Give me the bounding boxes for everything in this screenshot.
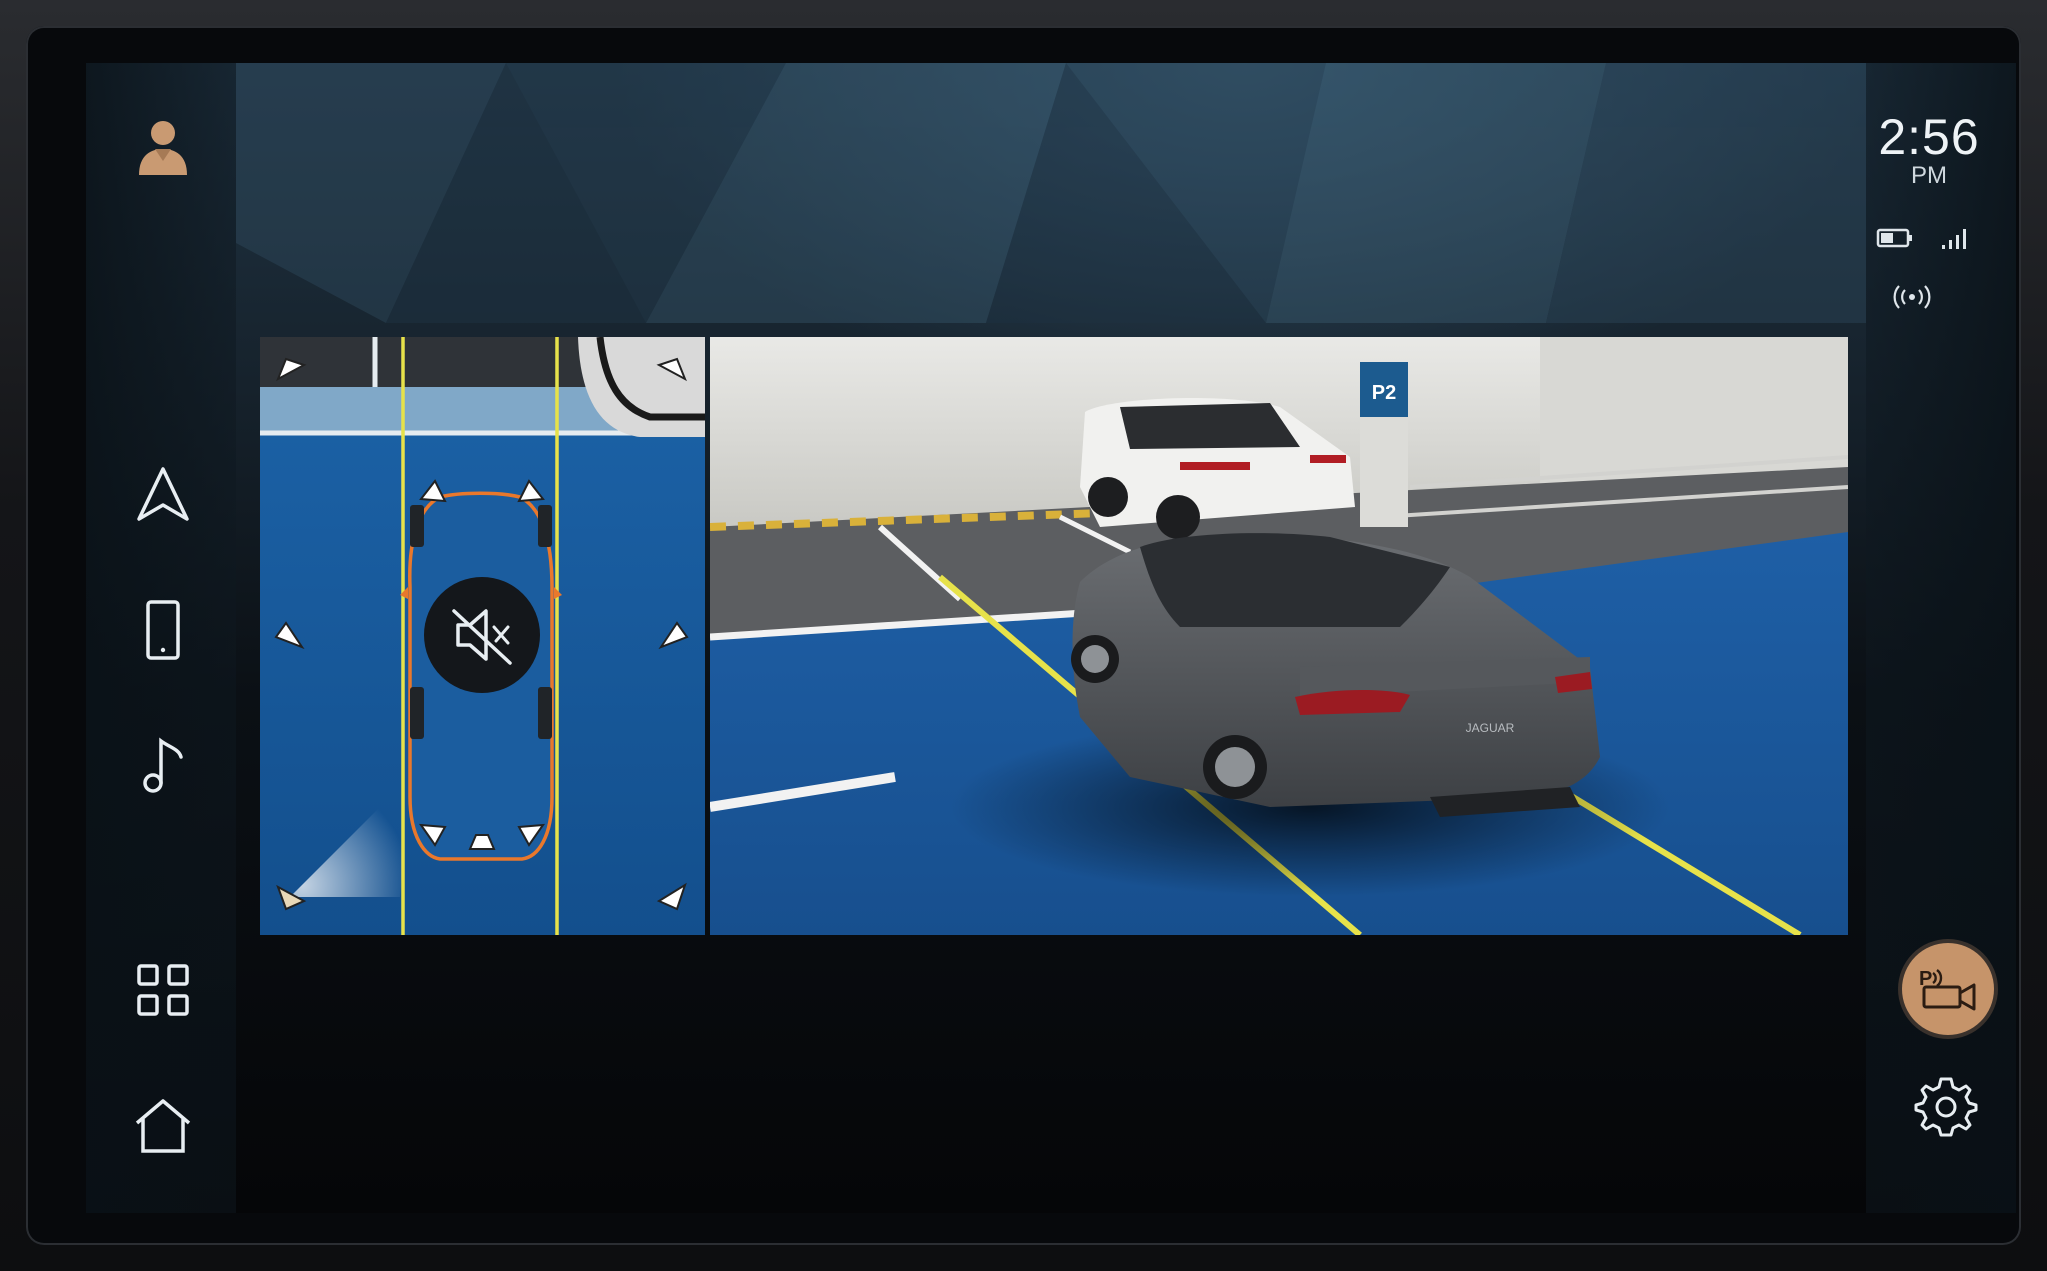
wireless-broadcast-icon [1892,285,1932,315]
3d-camera-view: P2 JAGUAR [710,337,1848,935]
infotainment-display: 2:56 PM P P2 JAGUAR [86,63,2016,1213]
navigation-icon [137,467,189,521]
clock-period: PM [1911,162,1947,189]
media-button[interactable] [131,733,195,797]
home-button[interactable] [131,1093,195,1157]
mute-sensor-audio-button[interactable] [424,577,540,693]
parking-sensor [656,882,687,911]
parking-sensor [418,823,447,847]
parking-bay-label: P2 [1372,382,1396,404]
mute-icon [452,609,512,665]
background-pattern [236,63,1866,323]
gear-icon [1914,1077,1978,1137]
settings-button[interactable] [1914,1073,1978,1137]
camera-scene: P2 JAGUAR [710,337,1848,935]
profile-button[interactable] [131,113,195,177]
apps-grid-icon [137,964,189,1016]
navigation-button[interactable] [131,463,195,527]
parking-sensor [274,621,305,650]
signal-icon [1942,229,1966,249]
parking-sensor [276,884,307,911]
parking-sensor [517,823,546,847]
phone-button[interactable] [131,598,195,662]
parking-sensor [276,357,307,382]
parking-sensor [658,621,689,650]
parking-camera-icon: P [1919,968,1976,1011]
clock-time: 2:56 [1878,109,1980,165]
apps-button[interactable] [131,958,195,1022]
parking-sensor [468,834,496,850]
parking-camera-button[interactable]: P [1902,943,1994,1035]
left-navigation-rail [86,63,236,1213]
parking-sensor [517,479,545,503]
phone-icon [146,600,180,660]
status-icons [1876,228,1966,249]
music-note-icon [143,737,183,793]
right-status-rail: 2:56 PM P [1866,63,2016,1213]
surround-top-view [260,337,705,935]
touchscreen: 2:56 PM P P2 JAGUAR [26,26,2021,1245]
vehicle-badge: JAGUAR [1466,721,1515,735]
home-icon [135,1099,191,1153]
parking-sensor [419,479,447,503]
parking-sensor [656,357,687,382]
battery-icon [1876,228,1912,248]
clock: 2:56 PM [1864,111,1994,189]
profile-icon [139,121,187,175]
